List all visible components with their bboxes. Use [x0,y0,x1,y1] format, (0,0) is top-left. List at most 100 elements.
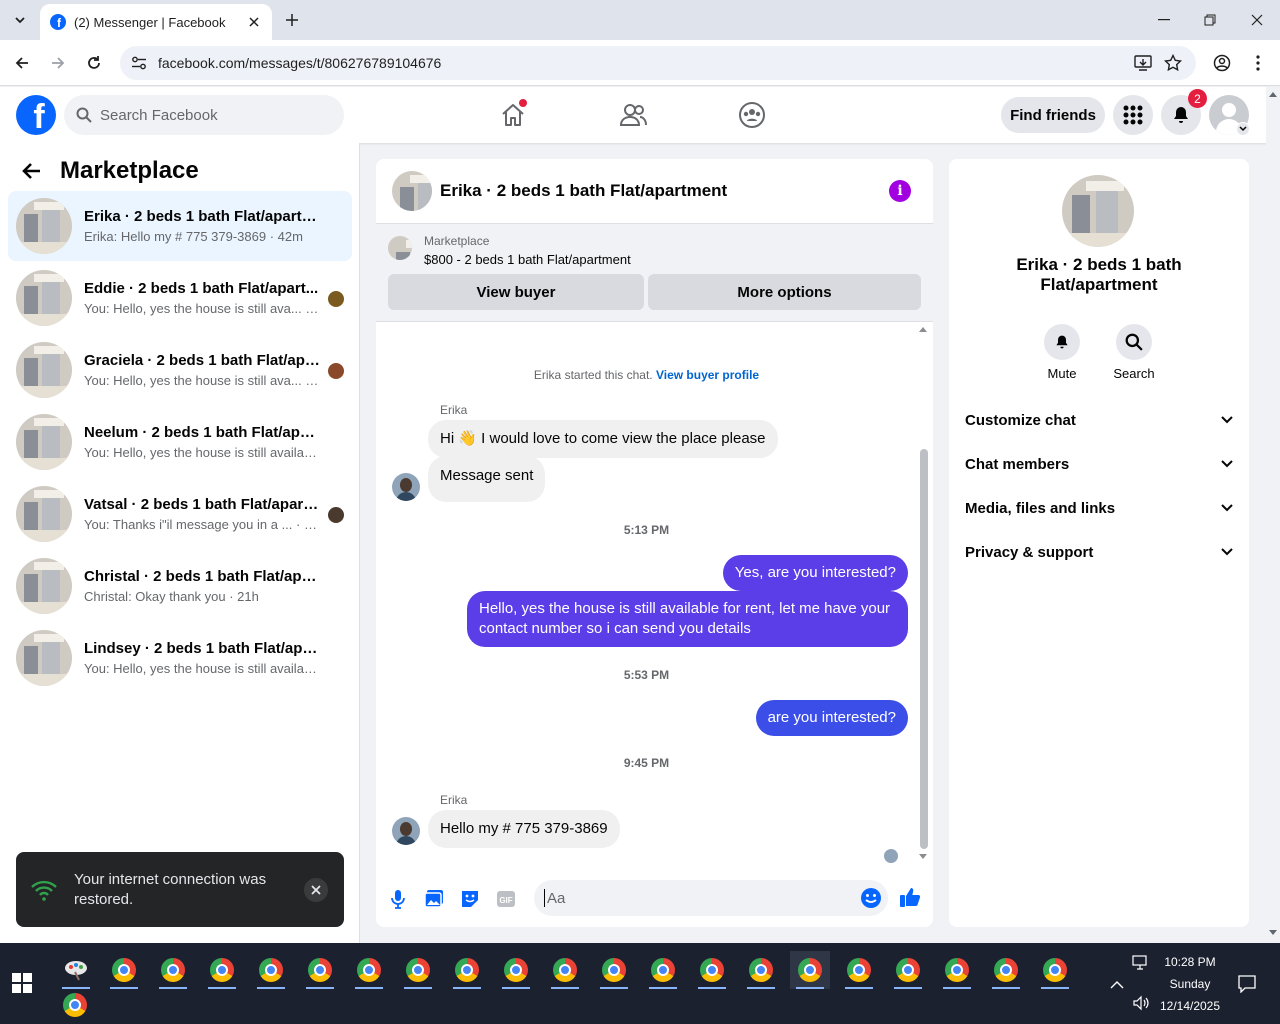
tab-search-chevron-icon[interactable] [8,8,32,32]
groups-icon[interactable] [732,95,772,135]
media-files-links-row[interactable]: Media, files and links [965,488,1233,528]
outgoing-message[interactable]: are you interested? [755,700,908,736]
conversation-item[interactable]: Erika · 2 beds 1 bath Flat/apartment Eri… [8,191,352,261]
clock-date[interactable]: 12/14/2025 [1150,999,1230,1013]
facebook-logo-icon[interactable]: f [16,95,56,135]
chrome-taskbar-icon[interactable] [692,951,732,989]
browser-tab[interactable]: f (2) Messenger | Facebook [40,4,272,40]
customize-chat-row[interactable]: Customize chat [965,400,1233,440]
chrome-taskbar-icon[interactable] [153,951,193,989]
gif-icon[interactable]: GIF [494,887,518,911]
forward-icon[interactable] [46,51,70,75]
chrome-taskbar-icon[interactable] [986,951,1026,989]
photo-icon[interactable] [422,887,446,911]
chrome-taskbar-icon[interactable] [741,951,781,989]
bell-icon[interactable] [1044,324,1080,360]
listing-thumbnail [16,486,72,542]
chrome-taskbar-icon[interactable] [888,951,928,989]
scrollbar-thumb[interactable] [920,449,928,849]
conversation-item[interactable]: Christal · 2 beds 1 bath Flat/apart... C… [8,551,352,621]
privacy-support-row[interactable]: Privacy & support [965,532,1233,572]
listing-thumbnail [16,414,72,470]
menu-kebab-icon[interactable] [1246,51,1270,75]
install-app-icon[interactable] [1134,54,1152,72]
listing-price-title[interactable]: $800 - 2 beds 1 bath Flat/apartment [424,252,631,267]
chrome-taskbar-icon[interactable] [104,951,144,989]
minimize-icon[interactable] [1141,0,1187,40]
contact-avatar[interactable] [392,473,420,501]
close-window-icon[interactable] [1234,0,1280,40]
clock-time[interactable]: 10:28 PM [1150,955,1230,969]
search-icon[interactable] [1116,324,1152,360]
account-chevron-icon[interactable] [1236,122,1250,136]
home-icon[interactable] [493,95,533,135]
thumbs-up-icon[interactable] [898,885,922,909]
reload-icon[interactable] [82,51,106,75]
conversation-item[interactable]: Eddie · 2 beds 1 bath Flat/apart... You:… [8,263,352,333]
menu-grid-icon[interactable] [1113,95,1153,135]
find-friends-button[interactable]: Find friends [1001,97,1105,133]
chrome-taskbar-icon[interactable] [447,951,487,989]
restore-icon[interactable] [1187,0,1233,40]
mute-action[interactable]: Mute [1032,324,1092,381]
details-thumbnail[interactable] [1062,175,1134,247]
notifications-bell-icon[interactable]: 2 [1161,89,1207,135]
outgoing-message[interactable]: Hello, yes the house is still available … [467,591,908,647]
conversation-item[interactable]: Graciela · 2 beds 1 bath Flat/apa... You… [8,335,352,405]
tab-close-icon[interactable] [246,14,262,30]
conversation-item[interactable]: Vatsal · 2 beds 1 bath Flat/apart... You… [8,479,352,549]
chrome-taskbar-icon-active[interactable] [790,951,830,989]
chrome-taskbar-icon[interactable] [937,951,977,989]
microphone-icon[interactable] [386,887,410,911]
chrome-taskbar-icon[interactable] [839,951,879,989]
info-icon[interactable]: i [889,180,911,202]
page-scrollbar[interactable] [1266,87,1280,943]
omnibox[interactable]: facebook.com/messages/t/806276789104676 [120,46,1196,80]
windows-start-icon[interactable] [12,973,34,995]
chrome-taskbar-icon[interactable] [349,951,389,989]
chrome-taskbar-icon[interactable] [643,951,683,989]
facebook-search-input[interactable]: Search Facebook [64,95,344,135]
contact-avatar[interactable] [392,817,420,845]
chrome-taskbar-icon[interactable] [55,989,95,1021]
search-action[interactable]: Search [1104,324,1164,381]
site-settings-icon[interactable] [130,54,148,72]
toast-close-icon[interactable] [304,878,328,902]
sticker-icon[interactable] [458,887,482,911]
chrome-taskbar-icon[interactable] [300,951,340,989]
chrome-taskbar-icon[interactable] [496,951,536,989]
paint-app-icon[interactable] [56,951,96,989]
chrome-taskbar-icon[interactable] [545,951,585,989]
view-buyer-button[interactable]: View buyer [388,274,644,310]
network-icon[interactable] [1132,955,1150,971]
view-buyer-profile-link[interactable]: View buyer profile [656,368,759,382]
chrome-taskbar-icon[interactable] [202,951,242,989]
chrome-taskbar-icon[interactable] [251,951,291,989]
volume-icon[interactable] [1132,995,1150,1011]
back-arrow-icon[interactable] [20,159,44,183]
chat-members-row[interactable]: Chat members [965,444,1233,484]
emoji-icon[interactable] [860,887,882,909]
tray-expand-icon[interactable] [1110,977,1126,993]
chrome-taskbar-icon[interactable] [594,951,634,989]
chat-title[interactable]: Erika · 2 beds 1 bath Flat/apartment [440,181,727,201]
message-input[interactable]: Aa [534,880,888,916]
notification-center-icon[interactable] [1238,975,1256,994]
outgoing-message[interactable]: Yes, are you interested? [722,555,908,591]
mute-label: Mute [1047,366,1077,381]
bookmark-star-icon[interactable] [1163,53,1183,72]
chrome-taskbar-icon[interactable] [1035,951,1075,989]
friends-icon[interactable] [613,95,653,135]
incoming-message[interactable]: Hi 👋 I would love to come view the place… [428,420,778,458]
incoming-message[interactable]: Hello my # 775 379-3869 [428,810,620,848]
chat-thumbnail[interactable] [392,171,432,211]
more-options-button[interactable]: More options [648,274,921,310]
conversation-item[interactable]: Lindsey · 2 beds 1 bath Flat/apart... Yo… [8,623,352,693]
incoming-message[interactable]: Message sent [428,456,546,502]
profile-icon[interactable] [1210,51,1234,75]
new-tab-icon[interactable] [282,10,302,30]
chrome-taskbar-icon[interactable] [398,951,438,989]
back-icon[interactable] [10,51,34,75]
conversation-item[interactable]: Neelum · 2 beds 1 bath Flat/apart... You… [8,407,352,477]
clock-day[interactable]: Sunday [1150,977,1230,991]
